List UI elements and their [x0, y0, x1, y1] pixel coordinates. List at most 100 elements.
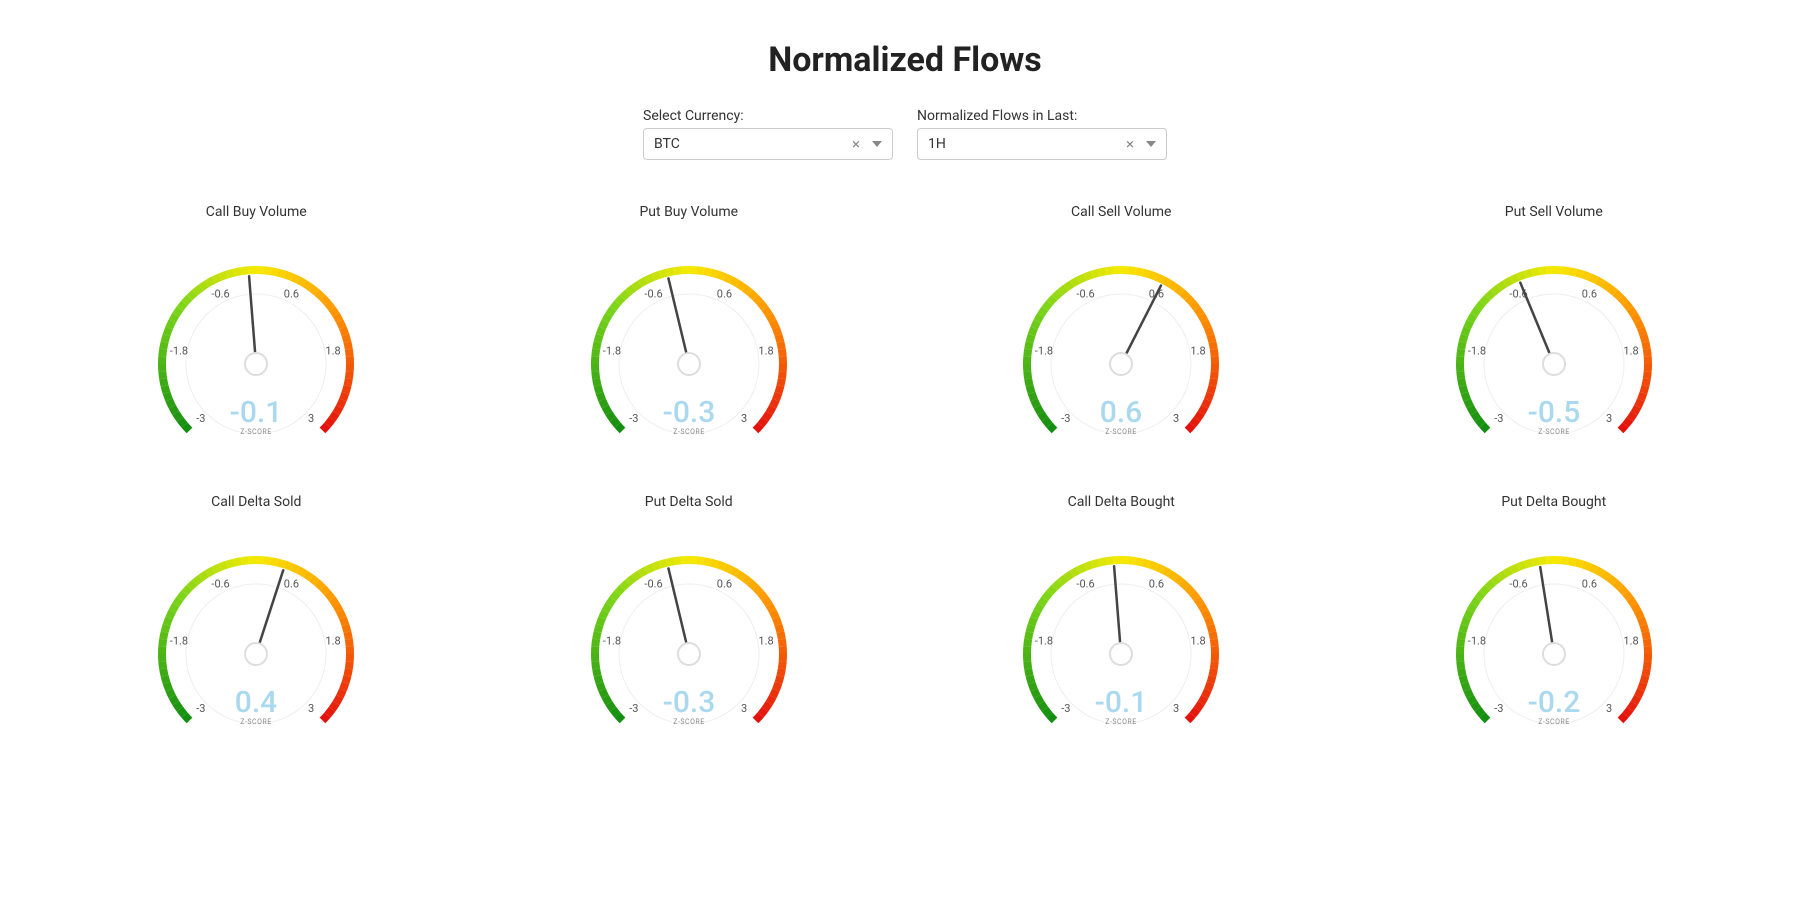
gauge-tick-label: -3 — [196, 412, 205, 425]
gauge-tick-label: -1.8 — [170, 345, 188, 358]
clear-icon[interactable]: × — [846, 137, 866, 152]
gauge-title: Put Delta Bought — [1501, 494, 1606, 510]
gauge-tick-label: -0.6 — [1509, 577, 1527, 590]
gauge-tick-label: 1.8 — [758, 635, 773, 648]
gauge-unit-label: Z-SCORE — [1538, 718, 1569, 726]
gauge-title: Call Delta Sold — [211, 494, 301, 510]
chevron-down-icon[interactable] — [872, 141, 882, 147]
gauge-unit-label: Z-SCORE — [673, 428, 704, 436]
gauge-tick-label: 3 — [1606, 702, 1612, 715]
gauge-tick-label: 3 — [1606, 412, 1612, 425]
window-select[interactable]: 1H × — [917, 128, 1167, 160]
gauge-tick-label: 1.8 — [326, 635, 341, 648]
gauge-tick-label: -1.8 — [603, 635, 621, 648]
gauges-grid: Call Buy Volume-3-1.8-0.60.61.83-0.1Z-SC… — [0, 204, 1810, 734]
gauge-tick-label: -0.6 — [212, 287, 230, 300]
gauge-tick-label: -0.6 — [1077, 287, 1095, 300]
gauge-tick-label: 3 — [1173, 412, 1179, 425]
gauge-hub — [1110, 353, 1132, 375]
gauge-chart: -3-1.8-0.60.61.83-0.3Z-SCORE — [559, 524, 819, 734]
gauge-cell: Call Buy Volume-3-1.8-0.60.61.83-0.1Z-SC… — [60, 204, 453, 444]
gauge-tick-label: 1.8 — [1191, 635, 1206, 648]
gauge-needle — [249, 276, 256, 364]
gauge-tick-label: 1.8 — [1623, 635, 1638, 648]
gauge-cell: Put Sell Volume-3-1.8-0.60.61.83-0.5Z-SC… — [1358, 204, 1751, 444]
gauge-tick-label: -1.8 — [1468, 345, 1486, 358]
window-label: Normalized Flows in Last: — [917, 108, 1167, 124]
gauge-value: 0.6 — [1100, 395, 1142, 430]
gauge-chart: -3-1.8-0.60.61.830.6Z-SCORE — [991, 234, 1251, 444]
gauge-tick-label: -3 — [629, 412, 638, 425]
gauge-tick-label: -3 — [196, 702, 205, 715]
gauge-tick-label: 0.6 — [284, 287, 299, 300]
gauge-chart: -3 -1.8 -0.6 0.6 1.8 3 0.4Z-SCORE — [126, 524, 386, 734]
gauge-tick-label: -3 — [1494, 702, 1503, 715]
gauge-tick-label: 1.8 — [1623, 345, 1638, 358]
gauge-tick-label: 1.8 — [1191, 345, 1206, 358]
gauge-needle — [1540, 567, 1554, 654]
currency-label: Select Currency: — [643, 108, 893, 124]
gauge-tick-label: -3 — [1061, 702, 1070, 715]
gauge-tick-label: -0.6 — [644, 287, 662, 300]
gauge-hub — [1543, 643, 1565, 665]
gauge-tick-label: 3 — [308, 412, 314, 425]
gauge-unit-label: Z-SCORE — [1106, 718, 1137, 726]
clear-icon[interactable]: × — [1120, 137, 1140, 152]
gauge-tick-label: 0.6 — [284, 577, 299, 590]
gauge-tick-label: 0.6 — [717, 577, 732, 590]
gauge-tick-label: -0.6 — [644, 577, 662, 590]
window-select-value: 1H — [928, 136, 1120, 152]
gauge-chart: -3 -1.8 -0.6 0.6 1.8 3 -0.2Z-SCORE — [1424, 524, 1684, 734]
gauge-value: 0.4 — [235, 685, 277, 720]
gauge-value: -0.5 — [1527, 395, 1580, 430]
gauge-unit-label: Z-SCORE — [1538, 428, 1569, 436]
gauge-chart: -3-1.8-0.60.61.83-0.1Z-SCORE — [991, 524, 1251, 734]
gauge-cell: Call Delta Sold -3 -1.8 -0.6 0.6 1.8 3 0.4Z-SCO… — [60, 494, 453, 734]
gauge-needle — [1114, 566, 1121, 654]
gauge-title: Put Sell Volume — [1505, 204, 1603, 220]
gauge-value: -0.1 — [1095, 685, 1148, 720]
gauge-tick-label: -1.8 — [1468, 635, 1486, 648]
gauge-hub — [1543, 353, 1565, 375]
gauge-tick-label: 0.6 — [1149, 577, 1164, 590]
gauge-cell: Put Buy Volume-3-1.8-0.60.61.83-0.3Z-SCO… — [493, 204, 886, 444]
currency-select-value: BTC — [654, 136, 846, 152]
gauge-chart: -3-1.8-0.60.61.83-0.1Z-SCORE — [126, 234, 386, 444]
gauge-title: Call Sell Volume — [1071, 204, 1171, 220]
gauge-needle — [668, 278, 689, 364]
gauge-needle — [668, 568, 689, 654]
gauge-unit-label: Z-SCORE — [241, 428, 272, 436]
gauge-tick-label: 0.6 — [1582, 577, 1597, 590]
gauge-chart: -3-1.8-0.60.61.83-0.5Z-SCORE — [1424, 234, 1684, 444]
gauge-tick-label: 3 — [308, 702, 314, 715]
gauge-title: Put Buy Volume — [639, 204, 738, 220]
gauge-tick-label: -1.8 — [1035, 345, 1053, 358]
gauge-tick-label: 0.6 — [717, 287, 732, 300]
gauge-hub — [245, 643, 267, 665]
gauge-unit-label: Z-SCORE — [1106, 428, 1137, 436]
gauge-tick-label: 3 — [1173, 702, 1179, 715]
gauge-cell: Call Sell Volume-3-1.8-0.60.61.830.6Z-SC… — [925, 204, 1318, 444]
gauge-tick-label: -0.6 — [212, 577, 230, 590]
gauge-tick-label: -3 — [629, 702, 638, 715]
gauge-hub — [245, 353, 267, 375]
gauge-title: Call Buy Volume — [206, 204, 307, 220]
gauge-value: -0.1 — [230, 395, 283, 430]
gauge-chart: -3-1.8-0.60.61.83-0.3Z-SCORE — [559, 234, 819, 444]
chevron-down-icon[interactable] — [1146, 141, 1156, 147]
gauge-tick-label: -1.8 — [170, 635, 188, 648]
gauge-needle — [1520, 283, 1554, 364]
currency-select[interactable]: BTC × — [643, 128, 893, 160]
gauge-tick-label: 1.8 — [758, 345, 773, 358]
page-title: Normalized Flows — [0, 40, 1810, 80]
gauge-cell: Put Delta Bought -3 -1.8 -0.6 0.6 1.8 3 -0.2Z-S… — [1358, 494, 1751, 734]
gauge-hub — [1110, 643, 1132, 665]
gauge-unit-label: Z-SCORE — [241, 718, 272, 726]
gauge-title: Call Delta Bought — [1068, 494, 1175, 510]
gauge-tick-label: -3 — [1061, 412, 1070, 425]
gauge-tick-label: -3 — [1494, 412, 1503, 425]
gauge-value: -0.2 — [1527, 685, 1580, 720]
gauge-needle — [256, 570, 283, 654]
gauge-value: -0.3 — [662, 395, 715, 430]
window-control: Normalized Flows in Last: 1H × — [917, 108, 1167, 160]
